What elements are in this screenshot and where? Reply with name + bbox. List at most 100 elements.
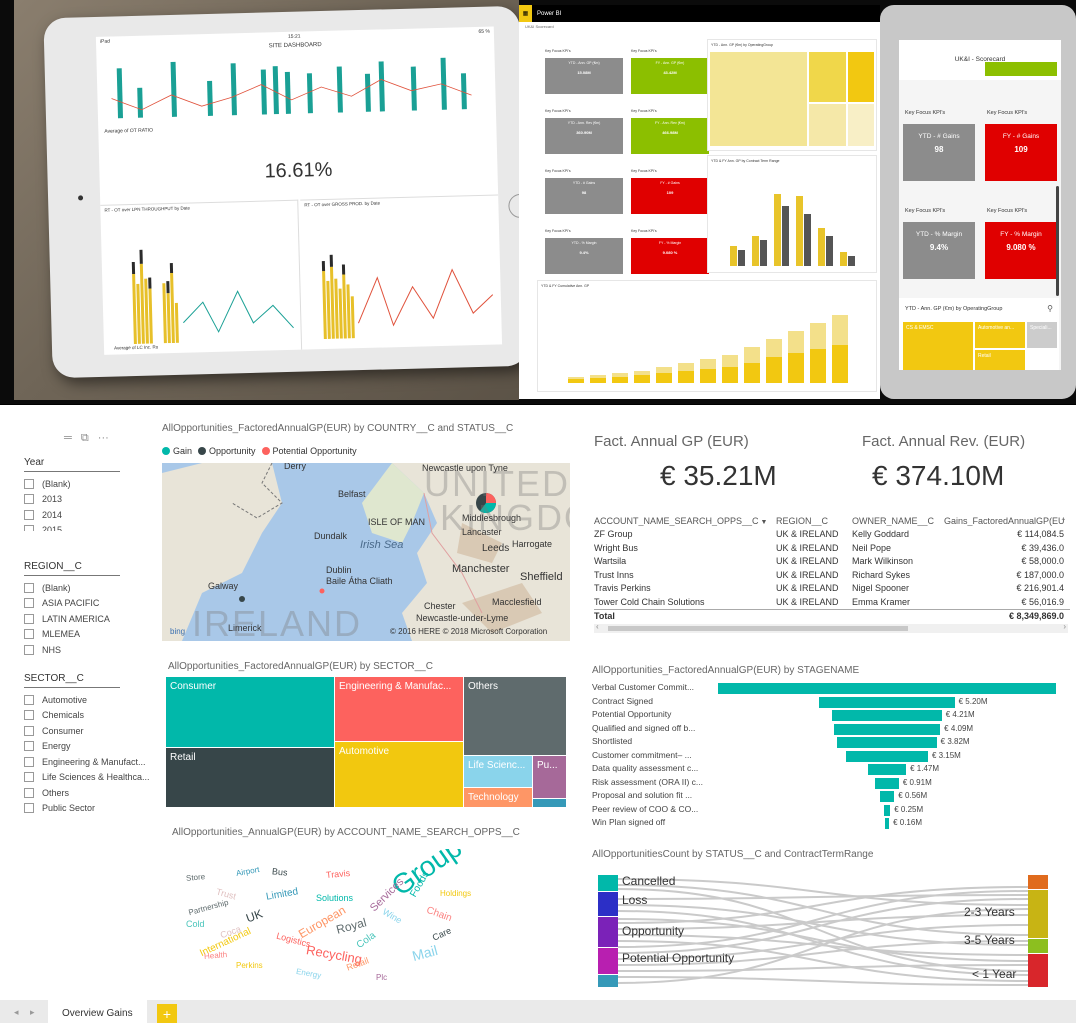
checkbox[interactable]	[24, 787, 34, 798]
sort-desc-icon[interactable]: ▼	[759, 519, 767, 526]
funnel-bar[interactable]	[832, 710, 942, 721]
phone-kpi-card[interactable]: YTD - # Gains 98	[903, 124, 975, 181]
sankey-node-opportunity[interactable]	[598, 917, 618, 947]
wordcloud-word[interactable]: Solutions	[316, 893, 353, 903]
checkbox[interactable]	[24, 725, 34, 736]
treemap-cell-automotive[interactable]: Automotive	[335, 742, 463, 807]
checkbox[interactable]	[24, 629, 34, 640]
wordcloud-word[interactable]: Airport	[235, 865, 260, 878]
wordcloud-word[interactable]: Plc	[376, 973, 387, 982]
checkbox[interactable]	[24, 494, 34, 505]
add-page-button[interactable]: +	[157, 1004, 177, 1023]
legend-item[interactable]: Opportunity	[198, 446, 256, 456]
table-row[interactable]: Travis Perkins UK & IRELAND Nigel Spooner €…	[594, 582, 1070, 596]
powerbi-cumulative-tile[interactable]: YTD & FY Cumulative Ann. GP	[537, 280, 877, 392]
table-row[interactable]: Wartsila UK & IRELAND Mark Wilkinson € 58,0…	[594, 555, 1070, 569]
slicer-item[interactable]: Engineering & Manufact...	[24, 754, 154, 770]
sankey-node-potential[interactable]	[598, 948, 618, 974]
phone-kpi-card[interactable]: YTD - % Margin 9.4%	[903, 222, 975, 279]
legend-item[interactable]: Gain	[162, 446, 192, 456]
treemap-cell-other-small[interactable]	[533, 799, 566, 807]
tab-prev-icon[interactable]: ◂	[14, 1007, 19, 1018]
wordcloud-word[interactable]: UK	[244, 907, 264, 926]
funnel-bar[interactable]	[867, 764, 907, 775]
sankey-node-right-3[interactable]	[1028, 954, 1048, 987]
funnel-bar[interactable]	[837, 737, 937, 748]
wordcloud-word[interactable]: Holdings	[440, 889, 471, 898]
table-column-header[interactable]: Gains_FactoredAnnualGP(EU	[944, 516, 1064, 526]
checkbox[interactable]	[24, 694, 34, 705]
powerbi-kpi-card[interactable]: YTD - # Gains 98	[545, 178, 623, 214]
slicer-item[interactable]: 2015	[24, 523, 154, 531]
more-options-icon[interactable]: ···	[98, 432, 109, 444]
slicer-item[interactable]: ASIA PACIFIC	[24, 596, 154, 612]
wordcloud-word[interactable]: Perkins	[236, 961, 263, 970]
phone-kpi-card[interactable]: FY - # Gains 109	[985, 124, 1057, 181]
funnel-bar[interactable]	[875, 777, 899, 789]
wordcloud-word[interactable]: Mail	[410, 942, 439, 964]
pin-icon[interactable]: ⚲	[1047, 304, 1053, 313]
checkbox[interactable]	[24, 509, 34, 520]
powerbi-kpi-card[interactable]: YTD - Ann. Rev (€m) 360.90M	[545, 118, 623, 154]
powerbi-kpi-card[interactable]: FY - # Gains 109	[631, 178, 709, 214]
table-column-header[interactable]: ACCOUNT_NAME_SEARCH_OPPS__C ▼	[594, 516, 776, 526]
sankey-node-other[interactable]	[598, 975, 618, 987]
slicer-item[interactable]: 2014	[24, 507, 154, 523]
wordcloud-word[interactable]: Limited	[265, 886, 299, 902]
funnel-bar[interactable]	[833, 723, 941, 735]
wordcloud-word[interactable]: Bus	[272, 866, 288, 877]
wordcloud-word[interactable]: Chain	[425, 905, 453, 924]
checkbox[interactable]	[24, 756, 34, 767]
funnel-bar[interactable]	[819, 696, 955, 708]
phone-scrollbar[interactable]	[1056, 186, 1059, 296]
wordcloud-word[interactable]: Care	[431, 925, 453, 942]
checkbox[interactable]	[24, 598, 34, 609]
drag-handle-icon[interactable]: ═	[64, 432, 72, 444]
slicer-item[interactable]: MLEMEA	[24, 627, 154, 643]
funnel-bar[interactable]	[718, 683, 1056, 694]
funnel-bar[interactable]	[846, 750, 928, 762]
table-horizontal-scrollbar[interactable]: ‹ ›	[594, 622, 1068, 633]
treemap-cell-retail[interactable]: Retail	[166, 748, 334, 807]
sankey-node-loss[interactable]	[598, 892, 618, 916]
powerbi-breadcrumb[interactable]: UK&I Scorecard	[519, 22, 880, 35]
powerbi-kpi-card[interactable]: YTD - % Margin 9.4%	[545, 238, 623, 274]
funnel-bar[interactable]	[884, 818, 890, 829]
treemap-cell-public[interactable]: Pu...	[533, 756, 566, 798]
tab-next-icon[interactable]: ▸	[30, 1007, 35, 1018]
country-map[interactable]: UNITED KINGDOM IRELAND Derry Newcastle u…	[162, 463, 570, 641]
table-column-header[interactable]: REGION__C	[776, 516, 852, 526]
powerbi-column-tile[interactable]: YTD & FY Ann. GP by Contract Term Range	[707, 155, 877, 273]
treemap-cell-engineering[interactable]: Engineering & Manufac...	[335, 677, 463, 741]
checkbox[interactable]	[24, 803, 34, 814]
slicer-item[interactable]: Chemicals	[24, 708, 154, 724]
table-row[interactable]: Wright Bus UK & IRELAND Neil Pope € 39,436.…	[594, 541, 1070, 555]
wordcloud-word[interactable]: Partnership	[188, 898, 230, 917]
slicer-item[interactable]: NHS	[24, 642, 154, 657]
wordcloud-word[interactable]: Energy	[295, 967, 322, 980]
wordcloud-word[interactable]: Travis	[326, 868, 351, 880]
table-scrollbar-thumb[interactable]	[608, 626, 908, 631]
checkbox[interactable]	[24, 478, 34, 489]
checkbox[interactable]	[24, 772, 34, 783]
slicer-item[interactable]: Automotive	[24, 692, 154, 708]
phone-kpi-card[interactable]: FY - % Margin 9.080 %	[985, 222, 1057, 279]
powerbi-kpi-card[interactable]: YTD - Ann. GP (€m) 15.08M	[545, 58, 623, 94]
wordcloud-word[interactable]: Wine	[381, 907, 404, 926]
table-column-header[interactable]: OWNER_NAME__C	[852, 516, 944, 526]
word-cloud[interactable]: Group UK Recycling International Royal Mail Eu…	[176, 849, 486, 999]
checkbox[interactable]	[24, 710, 34, 721]
slicer-item[interactable]: Life Sciences & Healthca...	[24, 770, 154, 786]
scroll-right-icon[interactable]: ›	[1063, 622, 1066, 631]
slicer-item[interactable]: Others	[24, 785, 154, 801]
wordcloud-word[interactable]: Store	[186, 872, 206, 883]
slicer-item[interactable]: Public Sector	[24, 801, 154, 817]
powerbi-kpi-card[interactable]: FY - % Margin 9.080 %	[631, 238, 709, 274]
wordcloud-word[interactable]: Cola	[355, 930, 378, 951]
funnel-bar[interactable]	[883, 804, 891, 816]
powerbi-kpi-card[interactable]: FY - Ann. Rev (€m) 466.98M	[631, 118, 709, 154]
wordcloud-word[interactable]: Cold	[186, 919, 205, 929]
treemap-cell-consumer[interactable]: Consumer	[166, 677, 334, 747]
tab-overview-gains[interactable]: Overview Gains	[48, 1000, 147, 1023]
scroll-left-icon[interactable]: ‹	[596, 622, 599, 631]
